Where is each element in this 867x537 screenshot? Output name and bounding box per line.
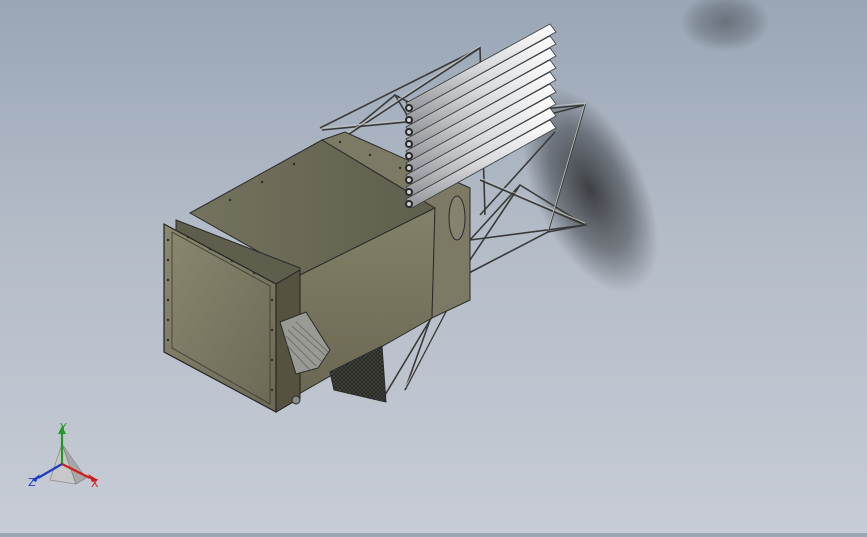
drain-fitting	[291, 395, 301, 405]
x-axis-label: X	[91, 477, 99, 490]
orientation-triad[interactable]: X Y Z	[22, 418, 108, 498]
rear-port	[448, 195, 466, 241]
model-view[interactable]	[0, 0, 867, 533]
graphics-viewport[interactable]: X Y Z	[0, 0, 867, 533]
z-axis-label: Z	[28, 476, 36, 489]
cast-shadow	[680, 0, 770, 52]
y-axis-label: Y	[60, 421, 67, 434]
